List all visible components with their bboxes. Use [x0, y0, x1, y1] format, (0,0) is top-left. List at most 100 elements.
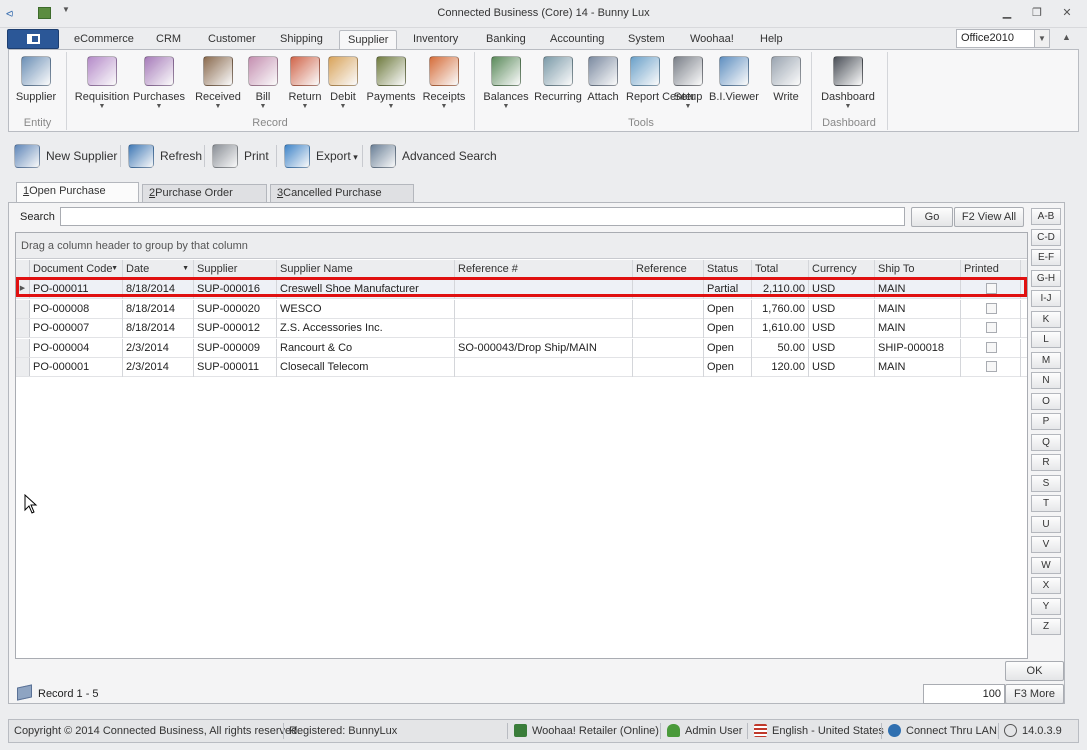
purchases-button[interactable]: Purchases ▼	[130, 52, 188, 116]
tab-help[interactable]: Help	[752, 30, 791, 50]
cell-ship-to: MAIN	[875, 299, 961, 319]
alpha-filter-e-f[interactable]: E-F	[1031, 249, 1061, 266]
connection-text: Connect Thru LAN	[906, 725, 997, 737]
bill-button[interactable]: Bill ▼	[248, 52, 278, 116]
tab-crm[interactable]: CRM	[148, 30, 189, 50]
column-header-label: Reference	[636, 263, 687, 275]
setup-label: Setup	[673, 91, 703, 103]
tab-customer[interactable]: Customer	[200, 30, 264, 50]
received-button[interactable]: Received ▼	[192, 52, 244, 116]
edition-status[interactable]: Woohaa! Retailer (Online)	[514, 720, 659, 742]
ok-button[interactable]: OK	[1005, 661, 1064, 681]
alpha-filter-t[interactable]: T	[1031, 495, 1061, 512]
sort-descending-icon[interactable]: ▼	[111, 260, 118, 278]
write-icon	[771, 56, 801, 86]
alpha-filter-l[interactable]: L	[1031, 331, 1061, 348]
tab-woohaa[interactable]: Woohaa!	[682, 30, 742, 50]
connection-status[interactable]: Connect Thru LAN	[888, 720, 997, 742]
table-row[interactable]: PO-000008 8/18/2014 SUP-000020 WESCO Open 1,7…	[16, 299, 1027, 319]
purchases-label: Purchases	[133, 91, 185, 103]
toolbar-divider	[204, 145, 205, 167]
cell-status: Open	[704, 338, 752, 358]
recurring-button[interactable]: Recurring	[534, 52, 582, 116]
language-status[interactable]: English - United States	[754, 720, 884, 742]
alpha-filter-v[interactable]: V	[1031, 536, 1061, 553]
tab-supplier[interactable]: Supplier	[339, 30, 398, 50]
alpha-filter-g-h[interactable]: G-H	[1031, 269, 1061, 287]
table-row[interactable]: PO-000007 8/18/2014 SUP-000012 Z.S. Accesso…	[16, 319, 1027, 338]
close-button[interactable]: ✕	[1058, 6, 1076, 20]
printed-checkbox[interactable]	[986, 322, 997, 333]
alpha-filter-q[interactable]: Q	[1031, 433, 1061, 451]
alpha-filter-w[interactable]: W	[1031, 556, 1061, 574]
table-row[interactable]: PO-000001 2/3/2014 SUP-000011 Closecall Tel…	[16, 358, 1027, 377]
tab-ecommerce[interactable]: eCommerce	[66, 30, 142, 50]
attach-button[interactable]: Attach	[587, 52, 619, 116]
tab-shipping[interactable]: Shipping	[272, 30, 331, 50]
tab-purchase-order-history[interactable]: 2Purchase Order History	[142, 184, 267, 215]
report-center-button[interactable]: Report Center	[626, 52, 695, 116]
tab-banking[interactable]: Banking	[478, 30, 534, 50]
tab-open-purchase-orders[interactable]: 1Open Purchase Orders	[16, 182, 139, 213]
alpha-filter-n[interactable]: N	[1031, 372, 1061, 389]
ribbon-tab-bar: eCommerce CRM Customer Shipping Supplier Inve…	[0, 28, 1087, 50]
printed-checkbox[interactable]	[986, 341, 997, 353]
printed-checkbox[interactable]	[986, 361, 997, 372]
minimize-button[interactable]: ▁	[998, 6, 1016, 20]
sort-descending-icon[interactable]: ▼	[182, 260, 189, 278]
new-supplier-button[interactable]: New Supplier	[12, 141, 117, 171]
requisition-button[interactable]: Requisition ▼	[71, 52, 133, 116]
tab-system[interactable]: System	[620, 30, 673, 50]
restore-button[interactable]: ❐	[1028, 6, 1046, 20]
return-button[interactable]: Return ▼	[286, 52, 324, 116]
alpha-filter-p[interactable]: P	[1031, 413, 1061, 430]
page-size-input[interactable]: 100	[923, 684, 1005, 704]
tab-cancelled-purchase-orders[interactable]: 3Cancelled Purchase Orders	[270, 184, 414, 215]
version-text: 14.0.3.9	[1022, 725, 1062, 737]
alpha-filter-m[interactable]: M	[1031, 351, 1061, 369]
ribbon-collapse-icon[interactable]: ▲	[1062, 32, 1071, 42]
search-input[interactable]	[60, 207, 905, 226]
cell-value: Rancourt & Co	[280, 341, 353, 354]
write-button[interactable]: Write	[767, 52, 805, 116]
tab-inventory[interactable]: Inventory	[405, 30, 466, 50]
alpha-filter-a-b[interactable]: A-B	[1031, 208, 1061, 225]
tab-accounting[interactable]: Accounting	[542, 30, 612, 50]
alpha-filter-s[interactable]: S	[1031, 474, 1061, 492]
alpha-filter-k[interactable]: K	[1031, 310, 1061, 328]
alpha-filter-u[interactable]: U	[1031, 515, 1061, 533]
supplier-button[interactable]: Supplier	[11, 52, 61, 116]
mouse-cursor-icon	[24, 494, 38, 514]
chevron-down-icon: ▼	[684, 103, 692, 110]
alpha-filter-o[interactable]: O	[1031, 392, 1061, 410]
alpha-filter-c-d[interactable]: C-D	[1031, 228, 1061, 246]
file-menu-button[interactable]	[7, 29, 59, 49]
alpha-filter-z[interactable]: Z	[1031, 618, 1061, 635]
cell-value: Open	[707, 341, 734, 354]
advanced-search-button[interactable]: Advanced Search	[368, 141, 497, 171]
setup-button[interactable]: Setup ▼	[671, 52, 705, 116]
dashboard-button[interactable]: Dashboard ▼	[818, 52, 878, 116]
cell-value: 120.00	[771, 361, 805, 373]
receipts-button[interactable]: Receipts ▼	[419, 52, 469, 116]
print-button[interactable]: Print	[210, 141, 269, 171]
view-all-button[interactable]: F2 View All	[954, 207, 1024, 227]
balances-button[interactable]: Balances ▼	[482, 52, 530, 116]
export-button[interactable]: Export ▾	[282, 141, 358, 171]
payments-button[interactable]: Payments ▼	[364, 52, 418, 116]
refresh-button[interactable]: Refresh	[126, 141, 202, 171]
alpha-filter-y[interactable]: Y	[1031, 597, 1061, 615]
user-status[interactable]: Admin User	[667, 720, 742, 742]
table-row[interactable]: PO-000004 2/3/2014 SUP-000009 Rancourt & Co…	[16, 338, 1027, 358]
cell-total: 1,610.00	[752, 319, 809, 338]
alpha-filter-i-j[interactable]: I-J	[1031, 290, 1061, 307]
alpha-filter-r[interactable]: R	[1031, 454, 1061, 471]
alpha-filter-x[interactable]: X	[1031, 577, 1061, 594]
b-i-viewer-button[interactable]: B.I.Viewer	[706, 52, 762, 116]
more-button[interactable]: F3 More	[1005, 684, 1064, 704]
go-button[interactable]: Go	[911, 207, 953, 227]
skin-select[interactable]: Office2010 ▼	[956, 29, 1050, 48]
chevron-down-icon[interactable]: ▼	[1034, 30, 1049, 47]
debit-button[interactable]: Debit ▼	[325, 52, 361, 116]
printed-checkbox[interactable]	[986, 302, 997, 314]
